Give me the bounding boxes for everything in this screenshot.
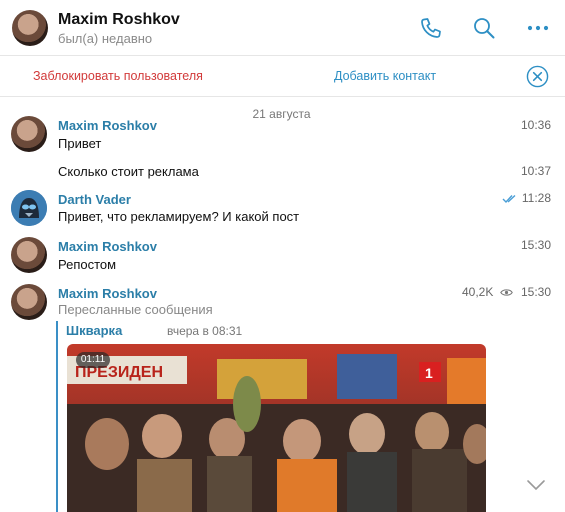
message-sender[interactable]: Maxim Roshkov [58,118,157,133]
search-icon[interactable] [472,16,496,40]
message-sender[interactable]: Maxim Roshkov [58,239,157,254]
message-text: Привет [58,136,102,151]
message-time: 15:30 [520,238,551,252]
chat-header: Maxim Roshkov был(а) недавно [0,0,565,56]
forward-source-name[interactable]: Шкварка [66,323,122,338]
view-count: 40,2K [462,285,494,299]
double-check-icon [502,194,516,204]
contact-status: был(а) недавно [58,31,153,46]
phone-icon[interactable] [419,16,443,40]
message-sender[interactable]: Darth Vader [58,192,131,207]
message-text: Репостом [58,257,117,272]
avatar[interactable] [12,10,48,46]
message-sender[interactable]: Maxim Roshkov [58,286,157,301]
contact-name[interactable]: Maxim Roshkov [58,11,180,29]
avatar[interactable] [11,116,47,152]
more-icon[interactable] [526,16,550,40]
video-thumbnail[interactable]: ПРЕЗИДЕН 1 [67,344,486,512]
message-text: Сколько стоит реклама [58,164,199,179]
video-duration: 01:11 [76,352,110,368]
chevron-down-icon[interactable] [526,478,546,492]
eye-icon [500,289,513,296]
contact-action-bar: Заблокировать пользователя Добавить конт… [0,57,565,97]
forward-time: вчера в 08:31 [167,324,243,338]
avatar[interactable] [11,190,47,226]
block-user-button[interactable]: Заблокировать пользователя [33,69,203,83]
add-contact-button[interactable]: Добавить контакт [334,69,436,83]
close-icon[interactable] [526,65,549,88]
forwarded-label: Пересланные сообщения [58,302,213,317]
message-time: 11:28 [521,191,551,205]
vader-avatar-image [11,190,47,226]
forward-quote-bar [56,321,58,512]
video-frame: ПРЕЗИДЕН 1 [67,344,486,512]
avatar[interactable] [11,284,47,320]
message-time: 15:30 [520,285,551,299]
channel-logo-text: 1 [425,365,433,381]
avatar[interactable] [11,237,47,273]
message-text: Привет, что рекламируем? И какой пост [58,209,300,224]
message-time: 10:36 [520,118,551,132]
message-time: 10:37 [520,164,551,178]
